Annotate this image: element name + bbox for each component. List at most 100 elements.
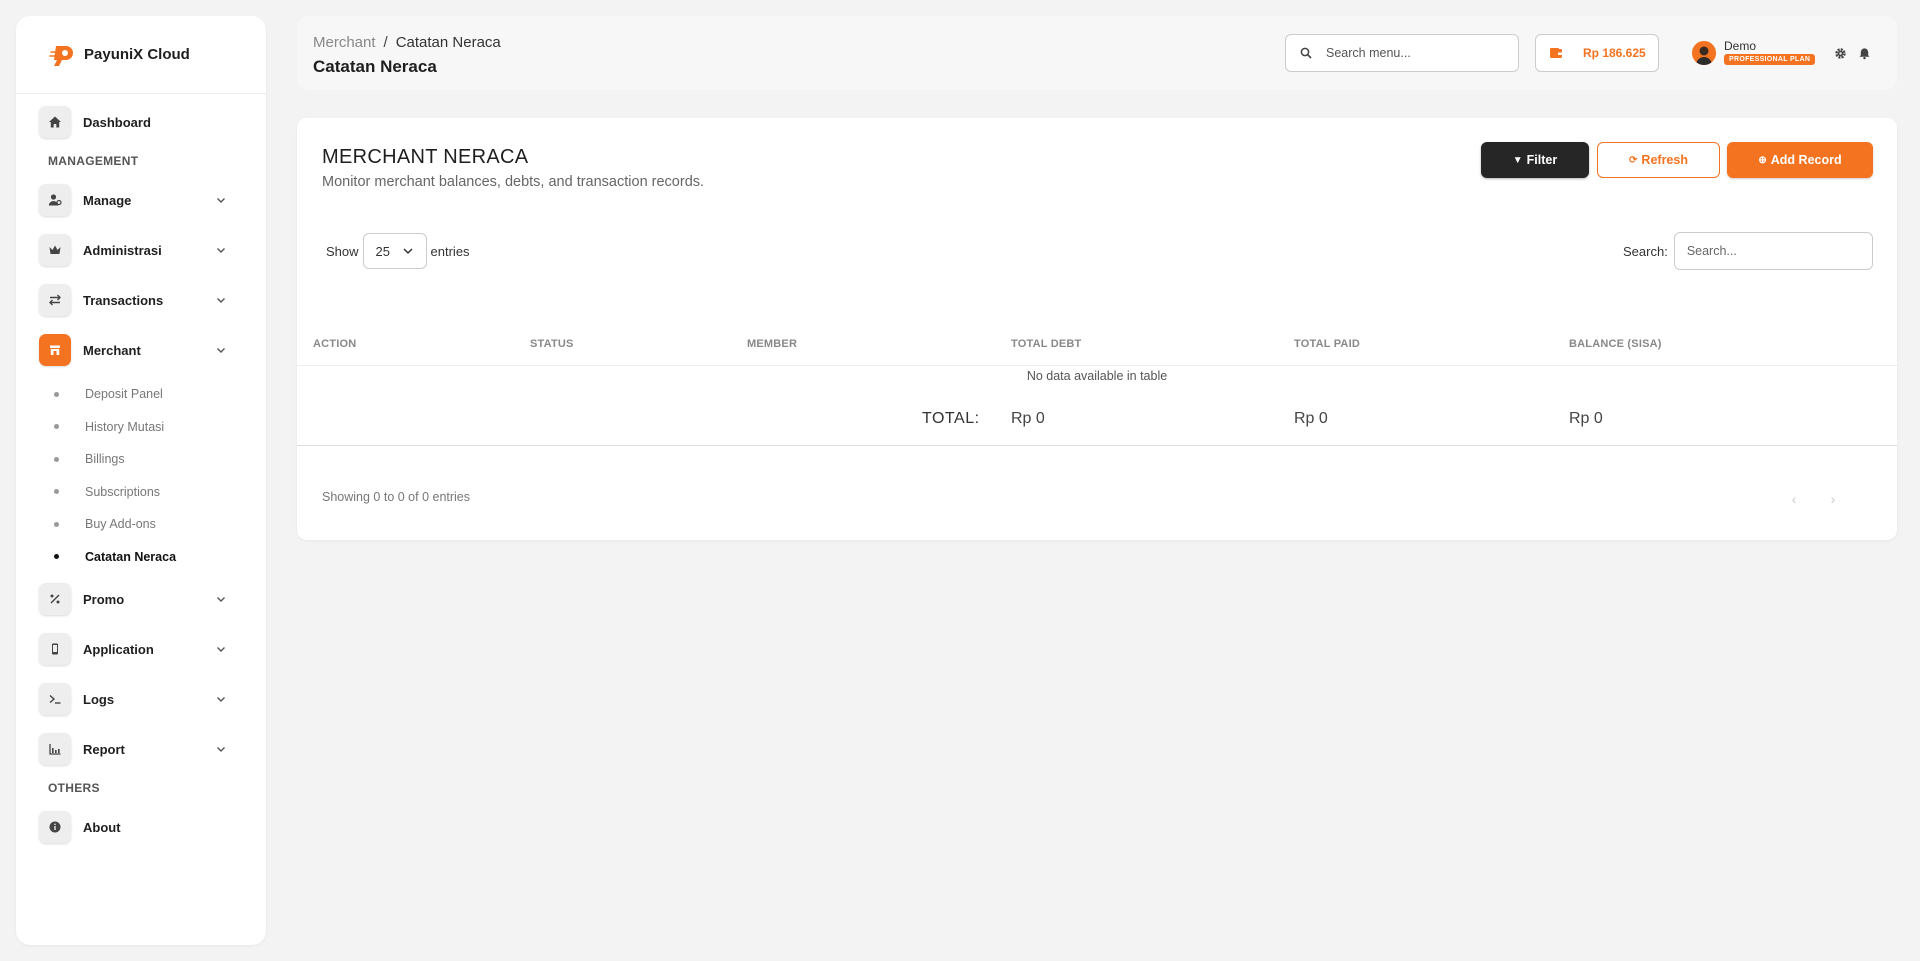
table-info: Showing 0 to 0 of 0 entries <box>322 490 471 504</box>
chevron-down-icon <box>217 248 225 253</box>
sidebar-item-dashboard[interactable]: Dashboard <box>39 104 239 140</box>
sidebar-item-label: Merchant <box>83 342 141 358</box>
page-title: Catatan Neraca <box>313 57 437 76</box>
brand[interactable]: PayuniX Cloud <box>16 16 266 94</box>
chevron-down-icon <box>403 248 413 255</box>
column-header-status[interactable]: STATUS <box>530 338 574 350</box>
filter-icon: ▼ <box>1512 154 1523 166</box>
wallet-icon <box>1550 48 1562 58</box>
chevron-down-icon <box>217 647 225 652</box>
next-page-button[interactable]: › <box>1820 486 1846 512</box>
chevron-down-icon <box>217 198 225 203</box>
breadcrumb-parent-link[interactable]: Merchant <box>313 34 376 51</box>
percent-icon <box>39 583 71 615</box>
submenu-item-deposit-panel[interactable]: Deposit Panel <box>16 378 266 411</box>
search-icon <box>1300 47 1312 59</box>
sidebar-item-label: Application <box>83 641 154 657</box>
empty-table-message: No data available in table <box>1026 369 1168 383</box>
submenu-item-buy-addons[interactable]: Buy Add-ons <box>16 508 266 541</box>
column-header-total-debt[interactable]: TOTAL DEBT <box>1011 338 1081 350</box>
filter-button[interactable]: ▼ Filter <box>1481 142 1589 178</box>
sidebar-item-label: Report <box>83 741 125 757</box>
column-header-action[interactable]: ACTION <box>313 338 356 350</box>
submenu-item-label: Catatan Neraca <box>85 549 177 564</box>
show-label: Show <box>326 243 359 259</box>
sidebar-item-application[interactable]: Application <box>39 631 239 667</box>
sidebar-item-merchant[interactable]: Merchant <box>39 332 239 368</box>
total-balance-value: Rp 0 <box>1569 410 1603 427</box>
breadcrumb-current: Catatan Neraca <box>395 34 501 51</box>
sidebar-item-label: Transactions <box>83 292 164 308</box>
submenu-item-history-mutasi[interactable]: History Mutasi <box>16 411 266 444</box>
wallet-amount: Rp 186.625 <box>1583 46 1646 60</box>
sidebar: PayuniX Cloud Dashboard MANAGEMENT Manag… <box>16 16 266 945</box>
menu-search[interactable] <box>1285 34 1519 72</box>
column-header-total-paid[interactable]: TOTAL PAID <box>1294 338 1360 350</box>
column-header-member[interactable]: MEMBER <box>747 338 797 350</box>
menu-search-input[interactable] <box>1326 46 1496 60</box>
info-icon <box>39 811 71 843</box>
refresh-button-label: Refresh <box>1641 153 1688 167</box>
sidebar-item-promo[interactable]: Promo <box>39 581 239 617</box>
chevron-right-icon: › <box>1830 491 1836 507</box>
total-debt-value: Rp 0 <box>1011 410 1045 427</box>
show-entries: Show 25 entries <box>326 233 470 269</box>
submenu-item-label: Buy Add-ons <box>85 517 156 532</box>
total-paid-value: Rp 0 <box>1294 410 1328 427</box>
arrows-exchange-icon <box>39 284 71 316</box>
sidebar-item-label: About <box>83 819 121 835</box>
filter-button-label: Filter <box>1526 153 1558 167</box>
bullet-icon <box>54 456 59 462</box>
sidebar-item-report[interactable]: Report <box>39 731 239 767</box>
bullet-icon <box>54 391 59 397</box>
table-search-input[interactable] <box>1673 232 1873 270</box>
chevron-down-icon <box>217 348 225 353</box>
column-header-balance[interactable]: BALANCE (SISA) <box>1569 338 1662 350</box>
sidebar-item-administrasi[interactable]: Administrasi <box>39 232 239 268</box>
bullet-icon <box>54 489 59 495</box>
submenu-item-subscriptions[interactable]: Subscriptions <box>16 476 266 509</box>
entries-select[interactable]: 25 <box>362 233 427 269</box>
bell-icon[interactable] <box>1858 47 1871 60</box>
refresh-button[interactable]: ⟳ Refresh <box>1597 142 1720 178</box>
wallet-balance[interactable]: Rp 186.625 <box>1535 34 1659 72</box>
card-subtitle: Monitor merchant balances, debts, and tr… <box>322 174 705 190</box>
merchant-neraca-card: MERCHANT NERACA Monitor merchant balance… <box>297 118 1897 540</box>
chevron-left-icon: ‹ <box>1791 491 1797 507</box>
sidebar-item-about[interactable]: About <box>39 809 239 845</box>
table-search-label: Search: <box>1623 243 1668 259</box>
gear-icon[interactable] <box>1834 47 1847 60</box>
section-title-others: OTHERS <box>48 781 100 795</box>
chevron-down-icon <box>217 747 225 752</box>
user-gear-icon <box>39 184 71 216</box>
plan-badge: PROFESSIONAL PLAN <box>1724 54 1816 65</box>
breadcrumb: Merchant / Catatan Neraca <box>313 34 501 51</box>
topbar: Merchant / Catatan Neraca Catatan Neraca R… <box>297 16 1897 90</box>
sidebar-item-label: Dashboard <box>83 114 151 130</box>
home-icon <box>39 106 71 138</box>
sidebar-item-logs[interactable]: Logs <box>39 681 239 717</box>
total-label: TOTAL: <box>922 410 980 427</box>
sidebar-item-manage[interactable]: Manage <box>39 182 239 218</box>
chevron-down-icon <box>217 597 225 602</box>
add-record-button[interactable]: ⊕ Add Record <box>1727 142 1873 178</box>
avatar[interactable] <box>1692 41 1716 65</box>
crown-icon <box>39 234 71 266</box>
add-record-button-label: Add Record <box>1770 153 1842 167</box>
table-search: Search: <box>1623 232 1873 270</box>
sidebar-nav: Dashboard MANAGEMENT Manage Administrasi… <box>16 94 266 845</box>
entries-value: 25 <box>375 243 390 259</box>
bullet-icon <box>54 521 59 527</box>
bullet-icon <box>54 424 59 430</box>
submenu-item-catatan-neraca[interactable]: Catatan Neraca <box>16 541 266 574</box>
previous-page-button[interactable]: ‹ <box>1781 486 1807 512</box>
submenu-item-billings[interactable]: Billings <box>16 443 266 476</box>
submenu-item-label: Subscriptions <box>85 484 161 499</box>
bullet-icon <box>54 554 59 560</box>
merchant-submenu: Deposit Panel History Mutasi Billings Su… <box>16 378 266 573</box>
section-title-management: MANAGEMENT <box>48 154 139 168</box>
sidebar-item-label: Manage <box>83 192 132 208</box>
plus-circle-icon: ⊕ <box>1758 154 1767 166</box>
mobile-icon <box>39 633 71 665</box>
sidebar-item-transactions[interactable]: Transactions <box>39 282 239 318</box>
